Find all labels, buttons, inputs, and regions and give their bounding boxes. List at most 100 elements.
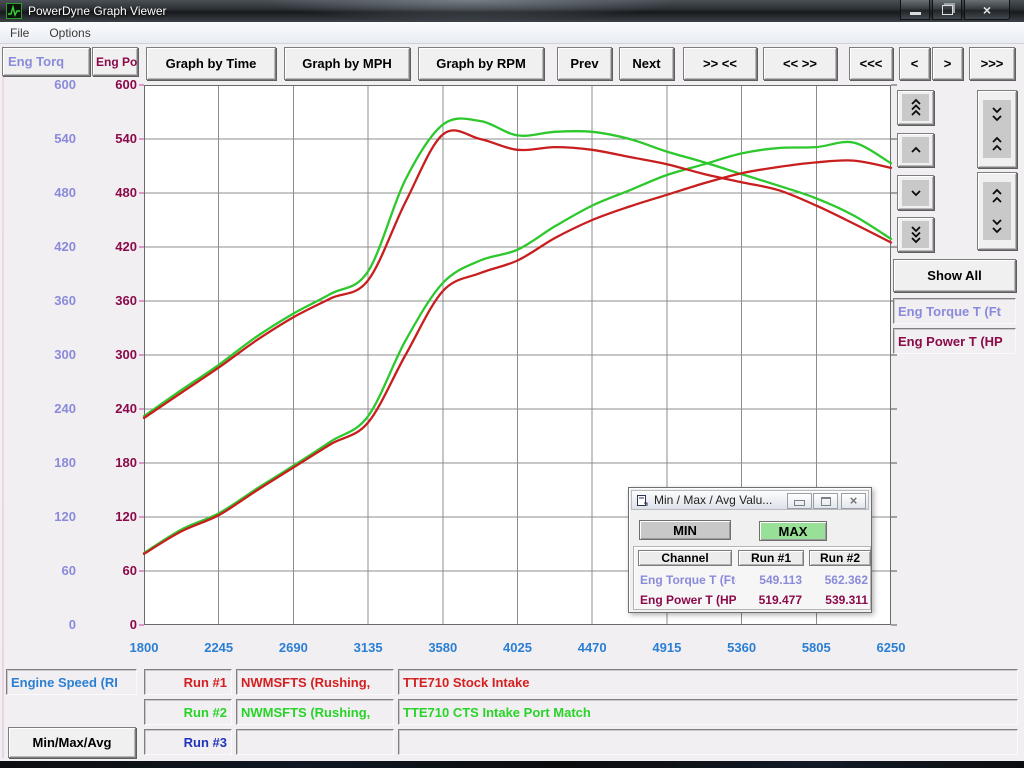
run3-description[interactable] bbox=[398, 729, 1018, 755]
title-bar[interactable]: PowerDyne Graph Viewer × bbox=[0, 0, 1024, 22]
close-icon: × bbox=[983, 1, 991, 19]
right-y-tick-label: 420 bbox=[71, 238, 137, 256]
scroll-left-button[interactable]: < bbox=[899, 47, 930, 80]
left-y-tick-label: 300 bbox=[10, 346, 76, 364]
graph-by-rpm-button[interactable]: Graph by RPM bbox=[418, 47, 544, 80]
right-y-tick-label: 180 bbox=[71, 454, 137, 472]
right-y-tick-label: 120 bbox=[71, 508, 137, 526]
chevron-down-icon bbox=[902, 180, 929, 206]
chevron-up-icon bbox=[902, 137, 929, 163]
x-tick-label: 3135 bbox=[331, 640, 405, 655]
y-scale-up-fast-button[interactable] bbox=[897, 90, 934, 125]
panel-left-edge bbox=[2, 46, 4, 758]
graph-by-time-button[interactable]: Graph by Time bbox=[146, 47, 276, 80]
triple-chevron-down-icon bbox=[902, 221, 929, 248]
minmax-avg-button[interactable]: Min/Max/Avg bbox=[8, 727, 136, 758]
titlebar-glass-shine bbox=[260, 0, 680, 22]
run1-description[interactable]: TTE710 Stock Intake bbox=[398, 669, 1018, 695]
scroll-left-fast-button[interactable]: <<< bbox=[849, 47, 893, 80]
zoom-out-x-button[interactable]: << >> bbox=[763, 47, 837, 80]
right-y-tick-label: 600 bbox=[71, 76, 137, 94]
run1-label: Run #1 bbox=[144, 669, 232, 695]
right-y-tick-label: 60 bbox=[71, 562, 137, 580]
right-axis-channel-button[interactable]: Eng Powe bbox=[92, 47, 138, 76]
run2-label: Run #2 bbox=[144, 699, 232, 725]
y-range-collapse-button[interactable] bbox=[977, 90, 1017, 168]
minmax-window-title: Min / Max / Avg Valu... bbox=[654, 493, 772, 507]
y-range-expand-button[interactable] bbox=[977, 172, 1017, 250]
minmax-row-torque-run2: 562.362 bbox=[806, 573, 868, 587]
expand-vertical-icon bbox=[983, 182, 1011, 240]
minmax-minimize-icon bbox=[794, 500, 805, 506]
left-y-tick-label: 540 bbox=[10, 130, 76, 148]
prev-button[interactable]: Prev bbox=[557, 47, 612, 80]
x-tick-label: 2690 bbox=[256, 640, 330, 655]
y-scale-down-button[interactable] bbox=[897, 175, 934, 210]
menu-file[interactable]: File bbox=[0, 24, 39, 42]
minimize-button[interactable] bbox=[900, 0, 930, 20]
minmax-window-titlebar[interactable]: Min / Max / Avg Valu... × bbox=[631, 490, 869, 510]
x-tick-label: 3580 bbox=[406, 640, 480, 655]
taskbar-strip bbox=[0, 761, 1024, 768]
right-y-tick-label: 480 bbox=[71, 184, 137, 202]
y-scale-down-fast-button[interactable] bbox=[897, 217, 934, 252]
restore-button[interactable] bbox=[932, 0, 962, 20]
run3-label: Run #3 bbox=[144, 729, 232, 755]
minmax-close-icon: × bbox=[850, 494, 858, 508]
minmax-restore-button[interactable] bbox=[813, 493, 838, 509]
run2-description[interactable]: TTE710 CTS Intake Port Match bbox=[398, 699, 1018, 725]
left-axis-channel-button[interactable]: Eng Torq bbox=[2, 47, 90, 76]
run1-file-label: NWMSFTS (Rushing, bbox=[236, 669, 394, 695]
x-tick-label: 4915 bbox=[630, 640, 704, 655]
minmax-row-torque-run1: 549.113 bbox=[738, 573, 802, 587]
zoom-in-x-button[interactable]: >> << bbox=[683, 47, 757, 80]
right-y-tick-label: 360 bbox=[71, 292, 137, 310]
column-header-run2[interactable]: Run #2 bbox=[809, 550, 871, 566]
menu-bar: File Options bbox=[0, 22, 1024, 44]
run3-file-label bbox=[236, 729, 394, 755]
x-tick-label: 6250 bbox=[854, 640, 928, 655]
x-tick-label: 5360 bbox=[705, 640, 779, 655]
show-all-button[interactable]: Show All bbox=[893, 259, 1016, 292]
minmax-row-torque-channel: Eng Torque T (Ft- bbox=[640, 573, 736, 587]
left-y-tick-label: 0 bbox=[10, 616, 76, 634]
left-y-tick-label: 240 bbox=[10, 400, 76, 418]
right-y-tick-label: 540 bbox=[71, 130, 137, 148]
right-y-tick-label: 240 bbox=[71, 400, 137, 418]
app-icon bbox=[6, 3, 22, 19]
minmax-values-window[interactable]: Min / Max / Avg Valu... × MIN MAX Channe… bbox=[628, 487, 872, 613]
next-button[interactable]: Next bbox=[619, 47, 674, 80]
right-panel-torque-label: Eng Torque T (Ft bbox=[893, 298, 1016, 324]
left-y-tick-label: 420 bbox=[10, 238, 76, 256]
x-tick-label: 2245 bbox=[182, 640, 256, 655]
menu-options[interactable]: Options bbox=[39, 24, 100, 42]
left-y-tick-label: 600 bbox=[10, 76, 76, 94]
x-channel-label: Engine Speed (RI bbox=[6, 669, 137, 695]
min-toggle-button[interactable]: MIN bbox=[639, 520, 731, 540]
minmax-table: Channel Run #1 Run #2 Eng Torque T (Ft- … bbox=[633, 546, 871, 610]
x-tick-label: 4470 bbox=[555, 640, 629, 655]
scroll-right-fast-button[interactable]: >>> bbox=[969, 47, 1015, 80]
window-title: PowerDyne Graph Viewer bbox=[28, 4, 167, 18]
close-button[interactable]: × bbox=[964, 0, 1010, 20]
powerdyne-app: { "window": { "title": "PowerDyne Graph … bbox=[0, 0, 1024, 768]
minimize-icon bbox=[910, 12, 921, 15]
minmax-close-button[interactable]: × bbox=[841, 493, 866, 509]
minmax-minimize-button[interactable] bbox=[787, 493, 812, 509]
minmax-row-power-run1: 519.477 bbox=[738, 593, 802, 607]
right-y-tick-label: 0 bbox=[71, 616, 137, 634]
minmax-window-icon bbox=[636, 494, 649, 507]
right-panel-power-label: Eng Power T (HP bbox=[893, 328, 1016, 354]
graph-by-mph-button[interactable]: Graph by MPH bbox=[284, 47, 410, 80]
column-header-run1[interactable]: Run #1 bbox=[738, 550, 804, 566]
collapse-vertical-icon bbox=[983, 100, 1011, 158]
left-y-tick-label: 480 bbox=[10, 184, 76, 202]
x-tick-label: 1800 bbox=[107, 640, 181, 655]
y-scale-up-button[interactable] bbox=[897, 133, 934, 167]
column-header-channel[interactable]: Channel bbox=[638, 550, 732, 566]
max-toggle-button[interactable]: MAX bbox=[759, 521, 827, 541]
triple-chevron-up-icon bbox=[902, 94, 929, 121]
scroll-right-button[interactable]: > bbox=[932, 47, 963, 80]
restore-icon bbox=[942, 5, 953, 15]
left-y-tick-label: 120 bbox=[10, 508, 76, 526]
